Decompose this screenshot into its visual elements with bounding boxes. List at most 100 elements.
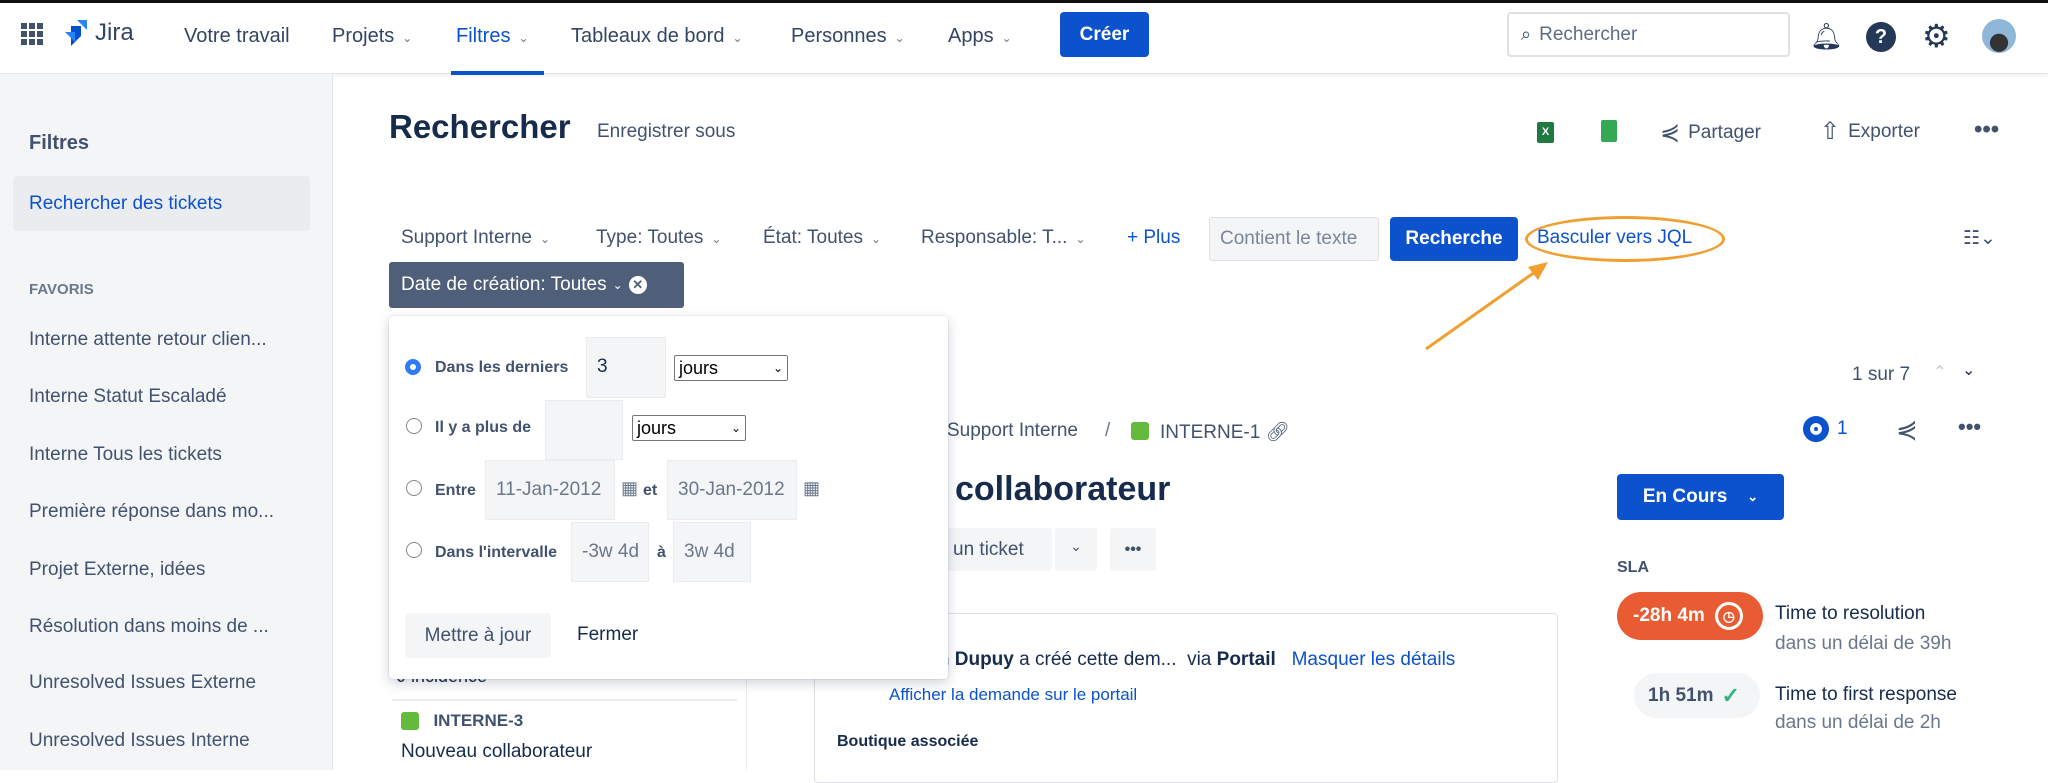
sidebar-item[interactable]: Interne Statut Escaladé: [29, 386, 227, 408]
calendar-icon[interactable]: ▦: [803, 478, 820, 499]
sidebar-item[interactable]: Interne attente retour clien...: [29, 329, 267, 351]
text-search-input[interactable]: Contient le texte: [1209, 217, 1379, 261]
close-button[interactable]: Fermer: [577, 624, 638, 646]
active-nav-indicator: [451, 71, 544, 75]
between-label: Entre: [435, 482, 476, 499]
hide-details-link[interactable]: Masquer les détails: [1292, 649, 1456, 670]
in-last-unit-select[interactable]: jours ⌄: [674, 355, 788, 381]
nav-personnes[interactable]: Personnes ⌄: [791, 25, 905, 48]
create-button[interactable]: Créer: [1060, 12, 1149, 57]
more-actions-icon[interactable]: •••: [1958, 414, 1981, 440]
portal-link[interactable]: Afficher la demande sur le portail: [889, 685, 1137, 705]
annotation-arrow: [1425, 262, 1548, 351]
field-label: Boutique associée: [837, 733, 979, 750]
export-button[interactable]: ⇧ Exporter: [1820, 117, 1920, 146]
sidebar-item[interactable]: Interne Tous les tickets: [29, 444, 222, 466]
radio-between[interactable]: [406, 480, 422, 496]
chevron-down-icon: ⌄: [518, 31, 529, 45]
nav-projets[interactable]: Projets ⌄: [332, 25, 412, 48]
update-button[interactable]: Mettre à jour: [405, 613, 551, 658]
breadcrumb-issue-key[interactable]: INTERNE-1 🔗︎: [1160, 420, 1290, 444]
more-than-unit-select[interactable]: jours ⌄: [632, 415, 746, 441]
more-filters-button[interactable]: + Plus: [1127, 227, 1180, 249]
sla-name: Time to resolution: [1775, 603, 1926, 624]
nav-apps[interactable]: Apps ⌄: [948, 25, 1012, 48]
list-item[interactable]: INTERNE-3 Nouveau collaborateur: [401, 711, 592, 763]
project-filter[interactable]: Support Interne ⌄: [401, 227, 550, 249]
created-date-dropdown: Dans les derniers 3 jours ⌄ Il y a plus d…: [389, 316, 948, 679]
in-last-label: Dans les derniers: [435, 359, 569, 376]
pager: 1 sur 7: [1852, 364, 1911, 385]
in-last-value-input[interactable]: 3: [586, 337, 666, 398]
nav-filtres[interactable]: Filtres ⌄: [456, 25, 529, 48]
share-icon: ⋞: [1660, 119, 1681, 146]
type-filter[interactable]: Type: Toutes ⌄: [596, 227, 721, 249]
range-label: Dans l'intervalle: [435, 544, 558, 561]
settings-icon[interactable]: ⚙: [1922, 17, 1951, 55]
and-label: et: [643, 482, 658, 499]
eye-icon: [1803, 416, 1829, 442]
jira-logo[interactable]: Jira: [63, 18, 134, 48]
service-request-icon: [1131, 422, 1149, 440]
assignee-filter[interactable]: Responsable: T... ⌄: [921, 227, 1086, 249]
more-actions-icon[interactable]: •••: [1974, 116, 1999, 144]
status-filter[interactable]: État: Toutes ⌄: [763, 227, 881, 249]
range-to-input[interactable]: 3w 4d: [673, 522, 751, 582]
help-icon[interactable]: ?: [1866, 22, 1896, 52]
prev-issue-icon[interactable]: ⌃: [1933, 362, 1946, 382]
breadcrumb-separator: /: [1105, 420, 1111, 441]
radio-more-than[interactable]: [406, 418, 422, 434]
search-icon: ⌕: [1521, 24, 1532, 44]
search-input[interactable]: ⌕ Rechercher: [1507, 12, 1790, 57]
link-icon: 🔗︎: [1265, 422, 1290, 443]
calendar-icon[interactable]: ▦: [621, 478, 638, 499]
chevron-down-icon: ⌄: [732, 31, 743, 45]
sla-name: Time to first response: [1775, 684, 1957, 705]
chevron-down-icon: ⌄: [402, 31, 413, 45]
export-icon: ⇧: [1820, 118, 1841, 145]
excel-export-icon[interactable]: X: [1537, 122, 1554, 143]
sidebar-title: Filtres: [29, 132, 90, 154]
chevron-down-icon: ⌄: [1001, 31, 1012, 45]
share-button[interactable]: ⋞ Partager: [1660, 118, 1761, 147]
sla-breached-badge: -28h 4m ◷: [1617, 592, 1763, 640]
request-creator-line: em Dupuy a créé cette dem... via Portail…: [922, 649, 1456, 670]
breadcrumb-project[interactable]: Support Interne: [947, 420, 1078, 442]
jira-logo-icon: [65, 20, 87, 46]
notifications-icon[interactable]: 🔔︎: [1810, 21, 1843, 52]
app-switcher-icon[interactable]: [21, 23, 43, 45]
page-title: Rechercher: [389, 108, 571, 145]
sla-met-badge: 1h 51m ✓: [1634, 673, 1760, 718]
sidebar-item[interactable]: Projet Externe, idées: [29, 559, 205, 581]
nav-votre-travail[interactable]: Votre travail: [184, 25, 290, 48]
avatar[interactable]: [1982, 19, 2016, 53]
between-to-input[interactable]: 30-Jan-2012: [667, 460, 797, 520]
sidebar-section-favoris: FAVORIS: [29, 281, 94, 298]
issue-more-button[interactable]: •••: [1110, 528, 1156, 571]
range-to-label: à: [657, 544, 666, 561]
status-button[interactable]: En Cours ⌄: [1617, 474, 1784, 520]
issue-action-dropdown[interactable]: ⌄: [1055, 528, 1097, 571]
more-than-label: Il y a plus de: [435, 419, 532, 436]
chevron-down-icon: ⌄: [894, 31, 905, 45]
share-icon[interactable]: ⋞: [1896, 414, 1918, 445]
issue-title: collaborateur: [955, 470, 1171, 508]
created-date-filter-chip[interactable]: Date de création: Toutes ⌄ ✕: [389, 262, 684, 308]
sidebar-item[interactable]: Première réponse dans mo...: [29, 501, 274, 523]
radio-in-last[interactable]: [405, 359, 421, 375]
between-from-input[interactable]: 11-Jan-2012: [485, 460, 615, 520]
save-as-button[interactable]: Enregistrer sous: [597, 121, 735, 143]
sidebar-item-rechercher-tickets[interactable]: Rechercher des tickets: [13, 176, 310, 231]
google-sheets-icon[interactable]: [1601, 120, 1617, 142]
sidebar-item[interactable]: Résolution dans moins de ...: [29, 616, 269, 638]
sidebar-item[interactable]: Unresolved Issues Externe: [29, 672, 256, 694]
nav-tableaux-de-bord[interactable]: Tableaux de bord ⌄: [571, 25, 743, 48]
next-issue-icon[interactable]: ⌄: [1962, 360, 1975, 380]
sidebar-item[interactable]: Unresolved Issues Interne: [29, 730, 250, 752]
watchers-button[interactable]: 1: [1803, 416, 1848, 442]
radio-range[interactable]: [406, 542, 422, 558]
range-from-input[interactable]: -3w 4d: [571, 522, 649, 582]
more-than-value-input[interactable]: [545, 400, 623, 460]
layout-switcher-icon[interactable]: ☷⌄: [1963, 227, 1996, 250]
clear-filter-icon[interactable]: ✕: [628, 276, 647, 294]
